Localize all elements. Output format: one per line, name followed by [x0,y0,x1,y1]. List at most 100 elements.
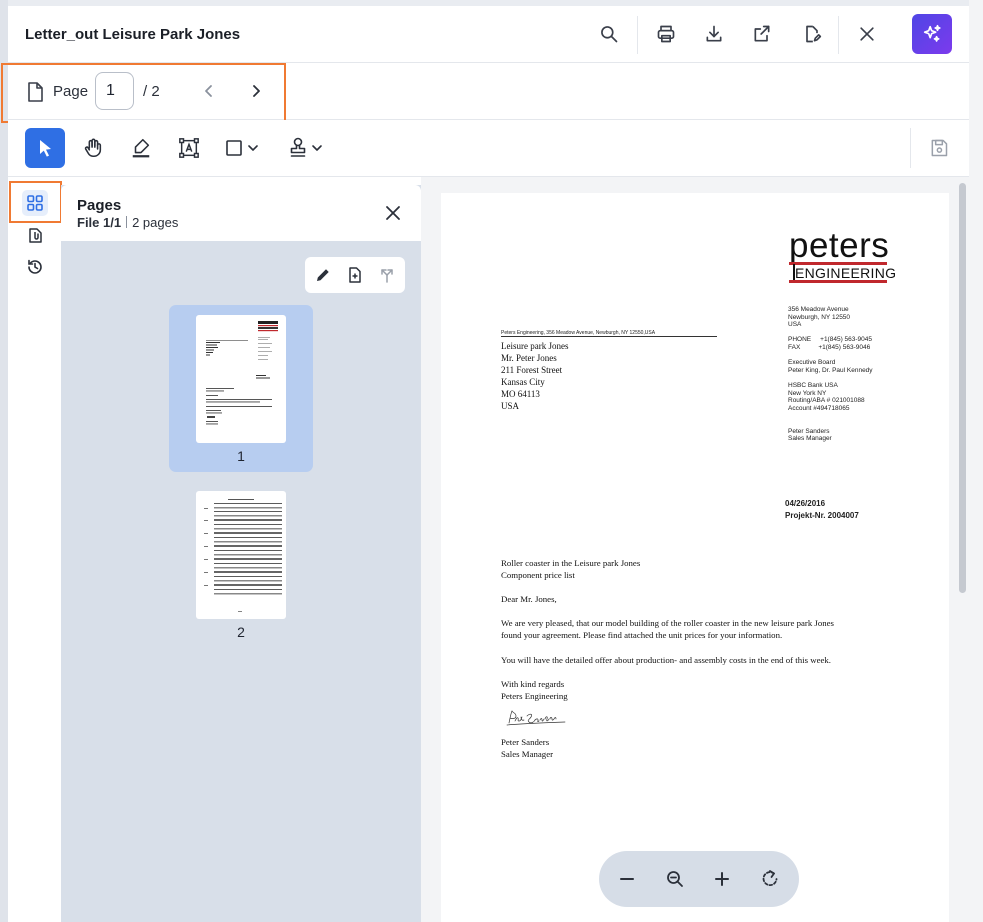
edit-pages-button[interactable] [313,265,333,285]
download-button[interactable] [700,20,728,48]
highlight-tool-button[interactable] [126,128,156,168]
paragraph-line: We are very pleased, that our model buil… [501,618,834,628]
ai-assistant-button[interactable] [912,14,952,54]
address-line: 211 Forest Street [501,365,563,375]
shape-tool-button[interactable] [222,128,264,168]
handwritten-signature [506,710,566,726]
header-bar: Letter_out Leisure Park Jones [8,6,969,63]
search-button[interactable] [595,20,623,48]
zoom-fit-icon [667,871,683,887]
page-thumbnail-2[interactable]: 2 [169,481,313,648]
zoom-out-button[interactable] [615,867,639,891]
close-pages-panel-button[interactable] [381,201,405,225]
page-thumbnail-1[interactable]: 1 [169,305,313,472]
pages-panel-subtitle: File 1/1 2 pages [77,215,178,230]
close-icon [860,27,874,41]
pages-panel: Pages File 1/1 2 pages 1 2 [61,185,421,922]
stamp-icon [290,137,322,157]
paragraph-2: You will have the detailed offer about p… [501,655,831,665]
thumbnails-highlight [9,181,62,223]
paragraph-1: We are very pleased, that our model buil… [501,617,834,641]
sender-rule [501,336,717,337]
add-page-icon [349,267,361,283]
subject-title: Roller coaster in the Leisure park Jones [501,558,641,568]
subject-subtitle: Component price list [501,570,575,580]
subtitle-divider [126,216,128,228]
text-box-tool-button[interactable] [174,128,204,168]
attachments-icon [29,228,42,243]
page-thumbnail-label: 2 [237,624,245,640]
ai-sparkle-icon [923,24,941,42]
address-line: Leisure park Jones [501,341,569,351]
zoom-out-minus-icon [620,878,634,880]
signature-block: Peter Sanders Sales Manager [501,736,553,760]
signer-name: Peter Sanders [501,737,550,747]
logo-red-bar [789,280,887,283]
closing-line: Peters Engineering [501,691,568,701]
paragraph-line: found your agreement. Please find attach… [501,630,783,640]
zoom-in-button[interactable] [710,867,734,891]
page-preview [196,315,286,443]
save-icon [931,139,948,157]
scrollbar-thumb[interactable] [959,183,966,593]
viewer-scrollbar[interactable] [958,183,968,922]
attachments-button[interactable] [22,222,48,248]
download-icon [706,25,722,42]
merge-icon [381,269,393,283]
page-preview-content [206,321,278,425]
pan-hand-icon [84,138,102,158]
shape-rectangle-icon [226,140,258,156]
page-preview-content [204,499,282,612]
page-thumbnail-label: 1 [237,448,245,464]
print-button[interactable] [652,20,680,48]
merge-pages-button[interactable] [377,265,397,285]
pages-panel-title: Pages [77,197,122,214]
company-logo: peters ENGINEERING [789,226,896,283]
pencil-icon [317,269,329,281]
edit-file-button[interactable] [798,20,826,48]
pan-tool-button[interactable] [78,128,108,168]
pages-count: 2 pages [132,215,179,230]
save-button[interactable] [924,128,954,168]
file-counter: File 1/1 [77,215,122,230]
window-right-edge [969,0,983,922]
close-button[interactable] [853,20,881,48]
header-divider [637,16,638,54]
insert-page-button[interactable] [345,265,365,285]
zoom-in-plus-icon [715,872,729,886]
document-viewer[interactable]: peters ENGINEERING 356 Meadow Avenue New… [421,177,969,922]
highlight-pen-icon [132,138,150,158]
search-icon [601,26,618,43]
salutation: Dear Mr. Jones, [501,594,557,604]
stamp-tool-button[interactable] [286,128,328,168]
document-page: peters ENGINEERING 356 Meadow Avenue New… [441,193,949,922]
address-line: USA [501,401,520,411]
history-button[interactable] [22,254,48,280]
select-tool-button[interactable] [25,128,65,168]
logo-wordmark: peters [789,226,890,265]
letter-date: 04/26/2016 [785,499,826,508]
edit-file-icon [806,25,822,43]
rotate-button[interactable] [758,867,782,891]
recipient-address: Leisure park Jones Mr. Peter Jones 211 F… [501,340,568,412]
address-line: MO 64113 [501,389,540,399]
text-box-icon [179,138,199,158]
page-actions-toolbar [305,257,405,293]
zoom-fit-button[interactable] [663,867,687,891]
share-button[interactable] [748,20,776,48]
project-number: Projekt-Nr. 2004007 [785,511,859,520]
logo-subtitle: ENGINEERING [795,265,897,281]
address-line: Mr. Peter Jones [501,353,557,363]
pdf-viewer-app: Letter_out Leisure Park Jones Page / 2 [0,0,983,922]
company-info-block: 356 Meadow Avenue Newburgh, NY 12550 USA… [788,306,873,443]
annotation-toolbar [8,120,969,177]
toolbar-divider [910,128,911,168]
header-divider [838,16,839,54]
print-icon [657,25,675,43]
page-navigation-highlight [1,63,286,123]
share-icon [754,25,770,42]
address-line: Kansas City [501,377,545,387]
rotate-icon [762,870,778,887]
window-left-edge [0,0,8,922]
pages-panel-header: Pages File 1/1 2 pages [61,185,421,241]
